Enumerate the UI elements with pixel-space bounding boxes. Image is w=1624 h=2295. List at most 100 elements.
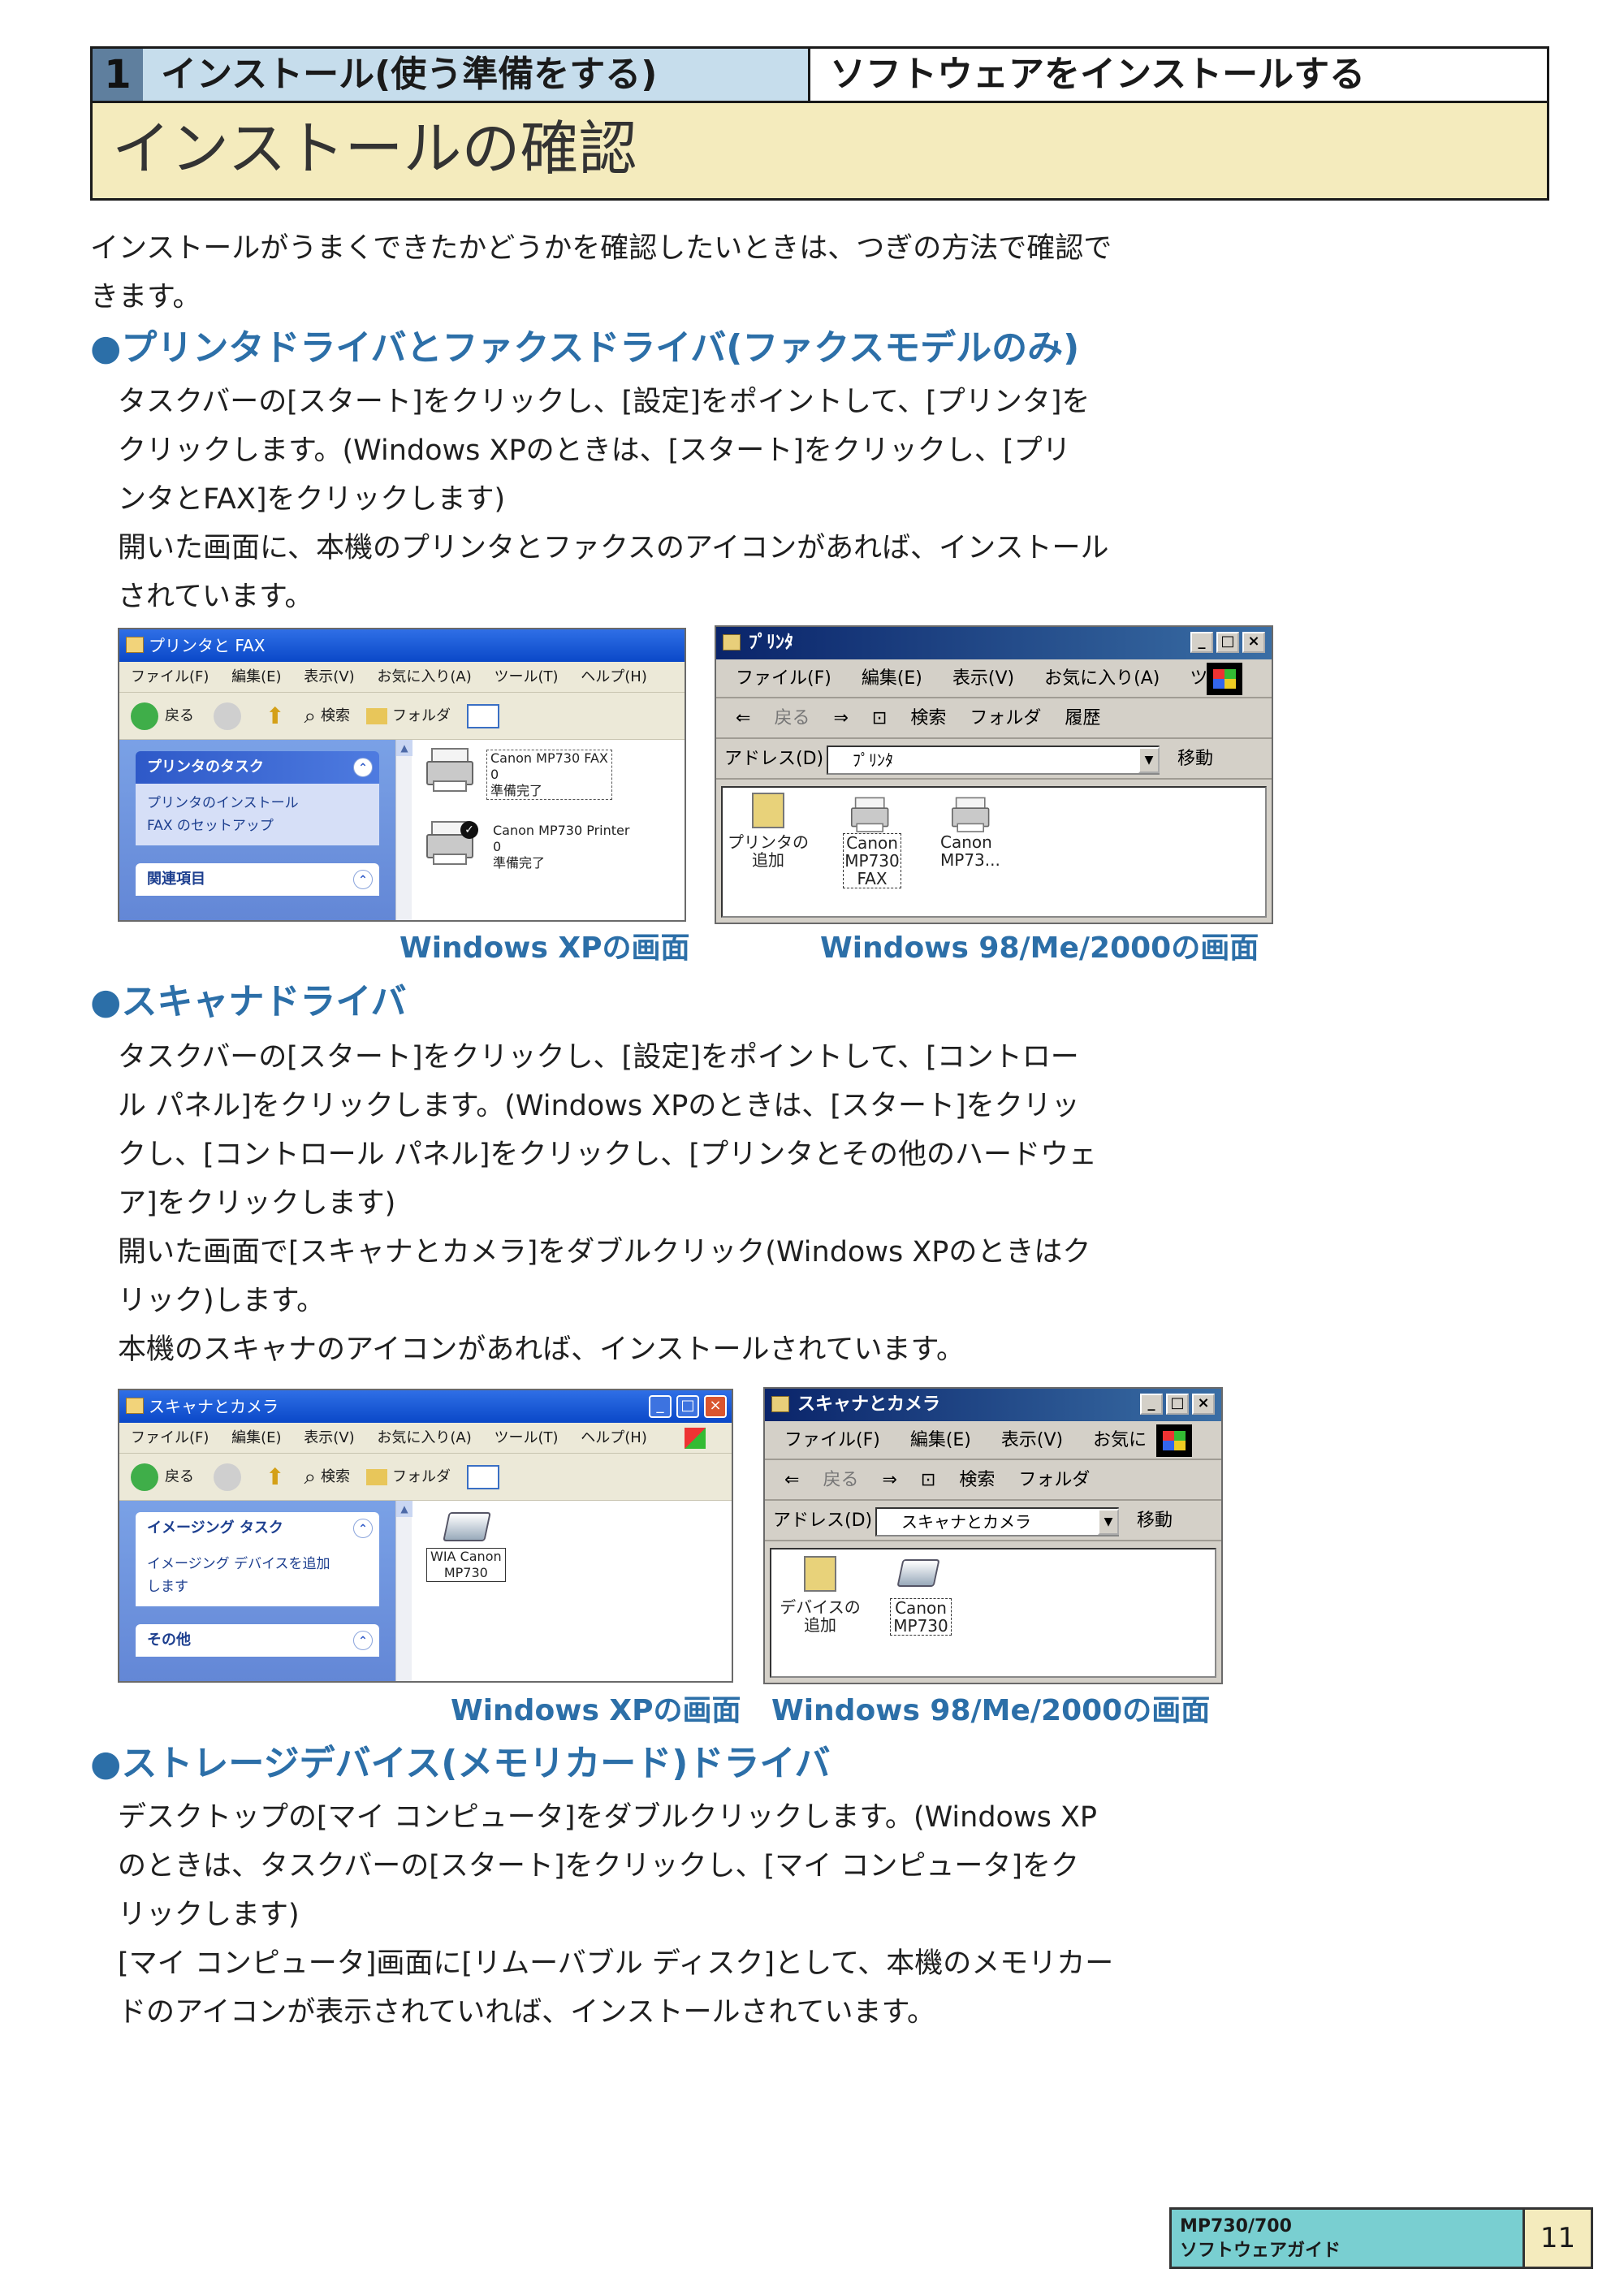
- folders-icon[interactable]: [366, 707, 388, 724]
- forward-icon[interactable]: ⇒: [882, 1470, 896, 1490]
- scrollbar[interactable]: [395, 740, 412, 920]
- menu-favorites[interactable]: お気に入り(A): [377, 1429, 471, 1446]
- add-printer-label[interactable]: プリンタの追加: [728, 833, 809, 869]
- forward-arrow-icon[interactable]: [214, 1463, 241, 1491]
- back-icon[interactable]: ⇐: [736, 708, 750, 728]
- printer-tasks-header[interactable]: プリンタのタスク ⌃: [136, 751, 379, 784]
- menu-help[interactable]: ヘルプ(H): [581, 668, 647, 685]
- imaging-tasks-header[interactable]: イメージング タスク ⌃: [136, 1512, 379, 1545]
- add-device-label[interactable]: デバイスの追加: [780, 1598, 861, 1634]
- add-printer-icon[interactable]: [752, 793, 784, 828]
- back-arrow-icon[interactable]: [131, 702, 158, 730]
- footer-guide: ソフトウェアガイド: [1180, 2241, 1341, 2261]
- menu-file[interactable]: ファイル(F): [736, 668, 831, 689]
- close-button[interactable]: ×: [704, 1395, 727, 1418]
- section3-line: [マイ コンピュータ]画面に[リムーバブル ディスク]として、本機のメモリカー: [118, 1947, 1114, 1980]
- back-label[interactable]: 戻る: [165, 693, 194, 740]
- go-button[interactable]: 移動: [1137, 1501, 1173, 1541]
- related-header[interactable]: 関連項目 ⌃: [136, 863, 379, 896]
- folders-label[interactable]: フォルダ: [970, 708, 1041, 728]
- forward-icon[interactable]: ⇒: [833, 708, 848, 728]
- menu-tools[interactable]: ツール(T): [494, 668, 558, 685]
- up-folder-icon[interactable]: ⊡: [921, 1470, 935, 1490]
- maximize-button[interactable]: □: [1166, 1394, 1189, 1415]
- search-icon[interactable]: ⌕: [304, 693, 316, 740]
- menu-edit[interactable]: 編集(E): [231, 668, 281, 685]
- up-folder-icon[interactable]: ⊡: [872, 708, 887, 728]
- scanner-icon[interactable]: [896, 1559, 940, 1587]
- collapse-icon[interactable]: ⌃: [353, 870, 373, 889]
- address-dropdown-icon[interactable]: ▼: [1098, 1509, 1119, 1535]
- menu-view[interactable]: 表示(V): [304, 668, 354, 685]
- printer-icon-label[interactable]: Canon MP730 Printer 0 準備完了: [490, 823, 633, 871]
- maximize-button[interactable]: □: [1216, 632, 1239, 653]
- back-label[interactable]: 戻る: [165, 1454, 194, 1501]
- views-icon[interactable]: [467, 1464, 500, 1489]
- views-icon[interactable]: [467, 703, 500, 728]
- scanner-icon[interactable]: [443, 1512, 491, 1541]
- search-label[interactable]: 検索: [321, 1454, 350, 1501]
- minimize-button[interactable]: _: [1190, 632, 1213, 653]
- scrollbar[interactable]: [395, 1501, 412, 1681]
- go-button[interactable]: 移動: [1177, 739, 1213, 780]
- add-device-icon[interactable]: [804, 1556, 836, 1592]
- menu-file[interactable]: ファイル(F): [784, 1430, 880, 1450]
- search-label[interactable]: 検索: [321, 693, 350, 740]
- menu-tools[interactable]: ツ: [1190, 668, 1207, 689]
- search-label[interactable]: 検索: [959, 1470, 995, 1490]
- folders-label[interactable]: フォルダ: [1018, 1470, 1090, 1490]
- menu-favorites[interactable]: お気に入り(A): [377, 668, 471, 685]
- menu-file[interactable]: ファイル(F): [131, 1429, 209, 1446]
- up-folder-icon[interactable]: ⬆: [266, 1454, 284, 1501]
- add-imaging-device-link-cont[interactable]: します: [147, 1575, 368, 1598]
- back-label[interactable]: 戻る: [823, 1470, 858, 1490]
- menu-view[interactable]: 表示(V): [1001, 1430, 1063, 1450]
- xp-scanners-screenshot: スキャナとカメラ _ □ × ファイル(F) 編集(E) 表示(V) お気に入り…: [118, 1389, 733, 1683]
- close-button[interactable]: ×: [1192, 1394, 1215, 1415]
- address-input[interactable]: スキャナとカメラ: [875, 1507, 1119, 1536]
- fax-icon-label[interactable]: Canon MP730 FAX 0 準備完了: [486, 750, 612, 800]
- printer-icon[interactable]: [952, 797, 991, 834]
- fax-setup-link[interactable]: FAX のセットアップ: [147, 815, 368, 837]
- folders-label[interactable]: フォルダ: [392, 693, 451, 740]
- other-places-header[interactable]: その他 ⌃: [136, 1624, 379, 1657]
- back-arrow-icon[interactable]: [131, 1463, 158, 1491]
- menu-view[interactable]: 表示(V): [952, 668, 1014, 689]
- add-printer-link[interactable]: プリンタのインストール: [147, 792, 368, 815]
- folders-icon[interactable]: [366, 1468, 388, 1485]
- menu-edit[interactable]: 編集(E): [862, 668, 922, 689]
- address-dropdown-icon[interactable]: ▼: [1138, 747, 1160, 773]
- minimize-button[interactable]: _: [1140, 1394, 1163, 1415]
- scanner-icon-label[interactable]: WIA Canon MP730: [426, 1548, 506, 1582]
- search-icon[interactable]: ⌕: [304, 1454, 316, 1501]
- collapse-icon[interactable]: ⌃: [353, 758, 373, 777]
- collapse-icon[interactable]: ⌃: [353, 1519, 373, 1538]
- menu-help[interactable]: ヘルプ(H): [581, 1429, 647, 1446]
- address-input[interactable]: ﾌﾟﾘﾝﾀ: [827, 746, 1160, 775]
- folders-label[interactable]: フォルダ: [392, 1454, 451, 1501]
- section1-heading: ●プリンタドライバとファクスドライバ(ファクスモデルのみ): [90, 327, 1080, 369]
- menu-view[interactable]: 表示(V): [304, 1429, 354, 1446]
- menu-favorites[interactable]: お気に: [1093, 1430, 1147, 1450]
- fax-printer-icon[interactable]: [851, 797, 890, 834]
- menu-edit[interactable]: 編集(E): [231, 1429, 281, 1446]
- search-label[interactable]: 検索: [910, 708, 946, 728]
- back-icon[interactable]: ⇐: [784, 1470, 799, 1490]
- printer-icon-label[interactable]: Canon MP73...: [940, 833, 1005, 869]
- minimize-button[interactable]: _: [649, 1395, 672, 1418]
- fax-icon-label[interactable]: Canon MP730 FAX: [843, 833, 901, 888]
- up-folder-icon[interactable]: ⬆: [266, 693, 284, 740]
- collapse-icon[interactable]: ⌃: [353, 1631, 373, 1650]
- close-button[interactable]: ×: [1242, 632, 1265, 653]
- back-label[interactable]: 戻る: [774, 708, 810, 728]
- menu-edit[interactable]: 編集(E): [910, 1430, 971, 1450]
- menu-favorites[interactable]: お気に入り(A): [1044, 668, 1160, 689]
- add-imaging-device-link[interactable]: イメージング デバイスを追加: [147, 1553, 368, 1575]
- forward-arrow-icon[interactable]: [214, 702, 241, 730]
- maximize-button[interactable]: □: [676, 1395, 699, 1418]
- menu-file[interactable]: ファイル(F): [131, 668, 209, 685]
- history-label[interactable]: 履歴: [1065, 708, 1100, 728]
- scanner-icon-label[interactable]: Canon MP730: [890, 1598, 952, 1636]
- menu-tools[interactable]: ツール(T): [494, 1429, 558, 1446]
- fax-printer-icon[interactable]: [426, 748, 475, 793]
